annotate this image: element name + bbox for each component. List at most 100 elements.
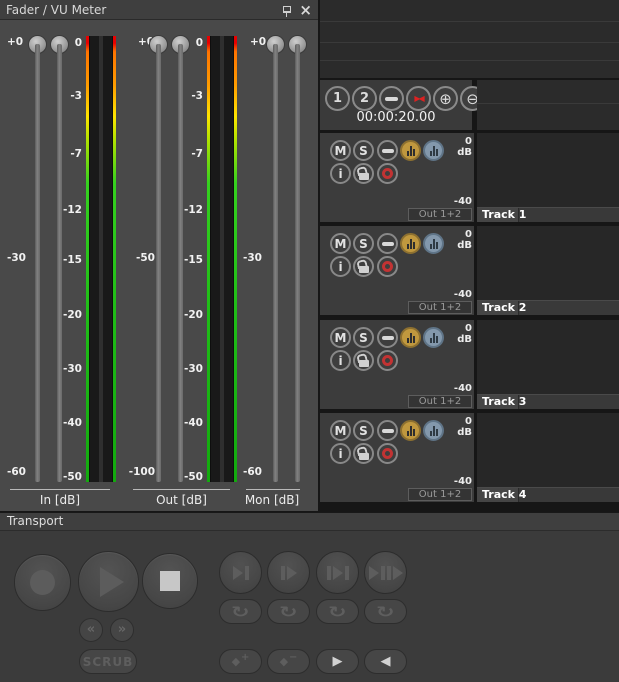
record-arm-button[interactable] xyxy=(377,163,398,184)
zoom-in-button[interactable]: ⊕ xyxy=(433,86,458,111)
forward-button[interactable]: » xyxy=(110,618,134,642)
volume-curve-button[interactable] xyxy=(400,327,421,348)
minus-icon xyxy=(382,336,394,340)
rewind-button[interactable]: « xyxy=(79,618,103,642)
solo-button[interactable]: S xyxy=(353,233,374,254)
scrub-button[interactable]: SCRUB xyxy=(79,649,137,674)
track-info-button[interactable]: i xyxy=(330,163,351,184)
play-cut-preview-button[interactable] xyxy=(364,551,407,594)
track-header: M S i 0 dB -40 Out 1+2 xyxy=(320,133,474,222)
lock-button[interactable] xyxy=(353,443,374,464)
pin-icon[interactable] xyxy=(283,6,291,13)
marker-icon: ◆ xyxy=(232,655,240,668)
out-fader-scale: -50-100 xyxy=(124,20,155,511)
scale-tick: -100 xyxy=(124,466,155,478)
lock-button[interactable] xyxy=(353,256,374,277)
track-info-button[interactable]: i xyxy=(330,256,351,277)
marker-next-button[interactable]: ▶ xyxy=(316,649,359,674)
scale-tick: -7 xyxy=(54,148,82,160)
volume-curve-button[interactable] xyxy=(400,233,421,254)
loop-mode-button-4[interactable]: ↻ xyxy=(364,599,407,624)
play-button[interactable] xyxy=(78,551,139,612)
track-row: M S i 0 dB -40 Out 1+2 Track 4 xyxy=(320,413,619,502)
loop-mode-button-1[interactable]: ↻ xyxy=(219,599,262,624)
track-row: M S i 0 dB -40 Out 1+2 Track 1 xyxy=(320,133,619,222)
range-1-button[interactable]: 1 xyxy=(325,86,350,111)
lock-icon xyxy=(359,360,369,367)
record-arm-button[interactable] xyxy=(377,350,398,371)
in-fader-scale: -30-60 xyxy=(0,20,26,511)
close-icon[interactable]: × xyxy=(299,5,312,15)
mon-fader-track-left[interactable] xyxy=(273,44,278,482)
mon-fader-track-right[interactable] xyxy=(295,44,300,482)
volume-curve-button[interactable] xyxy=(400,420,421,441)
out-fader-track-left[interactable] xyxy=(156,44,161,482)
solo-button[interactable]: S xyxy=(353,327,374,348)
track-name-tab[interactable]: Track 3 xyxy=(477,395,519,409)
marker-add-button[interactable]: ◆+ xyxy=(219,649,262,674)
mute-button[interactable]: M xyxy=(330,420,351,441)
in-section-label: In [dB] xyxy=(10,493,110,507)
solo-button[interactable]: S xyxy=(353,420,374,441)
meter-bars-icon xyxy=(407,239,415,249)
play-to-end-button[interactable] xyxy=(219,551,262,594)
range-remove-button[interactable] xyxy=(379,86,404,111)
range-2-button[interactable]: 2 xyxy=(352,86,377,111)
in-fader-track-left[interactable] xyxy=(35,44,40,482)
track-output-selector[interactable]: Out 1+2 xyxy=(408,395,472,408)
scale-tick: -30 xyxy=(0,252,26,264)
solo-button[interactable]: S xyxy=(353,140,374,161)
bar-icon xyxy=(245,566,249,580)
lock-button[interactable] xyxy=(353,163,374,184)
track-output-selector[interactable]: Out 1+2 xyxy=(408,208,472,221)
track-minimize-button[interactable] xyxy=(377,140,398,161)
track-minimize-button[interactable] xyxy=(377,327,398,348)
arrange-top-rows[interactable] xyxy=(320,0,619,78)
in-vu-meter xyxy=(86,36,116,482)
track-info-button[interactable]: i xyxy=(330,350,351,371)
lock-button[interactable] xyxy=(353,350,374,371)
track-output-selector[interactable]: Out 1+2 xyxy=(408,301,472,314)
track-minimize-button[interactable] xyxy=(377,233,398,254)
track-db-top-label: 0 xyxy=(438,136,472,147)
track-label-strip: Track 1 xyxy=(477,207,619,222)
track-name-tab[interactable]: Track 1 xyxy=(477,208,519,222)
track-name-tab[interactable]: Track 4 xyxy=(477,488,519,502)
mute-button[interactable]: M xyxy=(330,327,351,348)
play-range-button[interactable] xyxy=(316,551,359,594)
scale-tick: -15 xyxy=(54,254,82,266)
track-name-tab[interactable]: Track 2 xyxy=(477,301,519,315)
record-button[interactable] xyxy=(14,554,71,611)
mute-button[interactable]: M xyxy=(330,233,351,254)
timecode-display[interactable]: 00:00:20.00 xyxy=(320,110,472,125)
track-db-unit-label: dB xyxy=(438,334,472,345)
record-arm-button[interactable] xyxy=(377,256,398,277)
out-meter-scale: 0-3-7-12-15-20-30-40-50 xyxy=(175,20,203,511)
loop-mode-button-2[interactable]: ↻ xyxy=(267,599,310,624)
record-ring-icon xyxy=(382,355,393,366)
track-output-selector[interactable]: Out 1+2 xyxy=(408,488,472,501)
volume-curve-button[interactable] xyxy=(400,140,421,161)
minus-icon xyxy=(382,242,394,246)
lock-icon xyxy=(359,266,369,273)
track-info-button[interactable]: i xyxy=(330,443,351,464)
triangle-icon xyxy=(233,566,243,580)
track-db-unit-label: dB xyxy=(438,427,472,438)
track-timeline-lane[interactable] xyxy=(477,413,619,487)
triangle-icon xyxy=(393,566,403,580)
marker-prev-button[interactable]: ◀ xyxy=(364,649,407,674)
mute-button[interactable]: M xyxy=(330,140,351,161)
in-meter-scale: 0-3-7-12-15-20-30-40-50 xyxy=(54,20,82,511)
play-from-start-button[interactable] xyxy=(267,551,310,594)
track-timeline-lane[interactable] xyxy=(477,320,619,394)
out-meter-led-left xyxy=(207,36,210,482)
marker-delete-button[interactable]: ◆− xyxy=(267,649,310,674)
track-minimize-button[interactable] xyxy=(377,420,398,441)
record-arm-button[interactable] xyxy=(377,443,398,464)
track-timeline-lane[interactable] xyxy=(477,133,619,207)
stop-button[interactable] xyxy=(142,553,198,609)
scale-tick: -30 xyxy=(175,363,203,375)
punch-marker-button[interactable]: ▶◀ xyxy=(406,86,431,111)
loop-mode-button-3[interactable]: ↻ xyxy=(316,599,359,624)
track-timeline-lane[interactable] xyxy=(477,226,619,300)
